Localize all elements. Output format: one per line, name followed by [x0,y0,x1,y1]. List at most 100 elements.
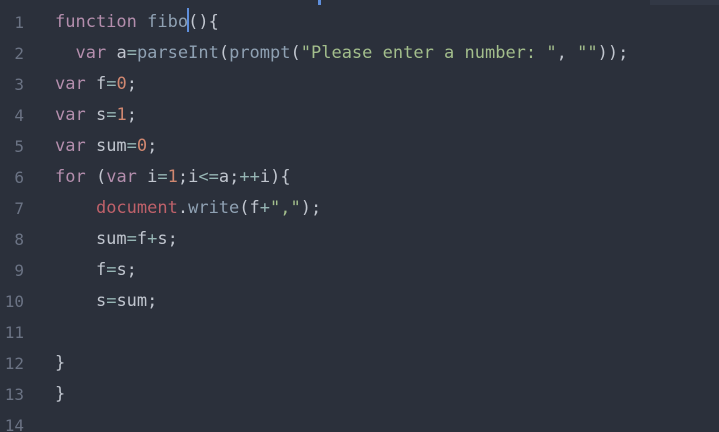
code-token: ( [218,43,230,63]
code-token: var [55,74,86,94]
line-number: 5 [14,137,24,156]
code-token: = [126,229,137,249]
code-line[interactable]: 2 var a=parseInt(prompt("Please enter a … [0,38,719,69]
code-token: sum [55,229,127,249]
code-token: i [136,167,158,187]
code-token: fibo [147,12,189,32]
code-token: s; [116,260,137,280]
line-code: for (var i=1;i<=a;++i){ [55,162,291,193]
scroll-marker [318,0,321,5]
code-token: ( [85,167,107,187]
line-number: 11 [4,323,24,342]
code-token: 0 [116,74,127,94]
code-line[interactable]: 11 [0,317,719,348]
code-token: + [259,198,271,218]
line-code: var sum=0; [55,131,157,162]
code-token: function [55,12,137,32]
code-token: f [55,260,107,280]
code-token: = [106,260,117,280]
code-token: + [147,229,158,249]
code-line[interactable]: 9 f=s; [0,255,719,286]
code-token: var [106,167,137,187]
code-line[interactable]: 1 function fibo(){ [0,7,719,38]
code-token: 1 [116,105,127,125]
text-cursor [187,8,190,32]
code-line[interactable]: 10 s=sum; [0,286,719,317]
code-token: ); [300,198,322,218]
line-code: s=sum; [55,286,157,317]
code-token: <= [198,167,219,187]
line-code: var s=1; [55,100,137,131]
code-token: ; [126,74,137,94]
code-token: )); [597,43,629,63]
code-token: ; [126,105,137,125]
code-token: a [106,43,127,63]
code-token: document [95,198,178,218]
line-number: 12 [4,354,24,373]
code-token: f [85,74,107,94]
code-token: a; [218,167,240,187]
code-line[interactable]: 3 var f=0; [0,69,719,100]
line-number: 7 [14,199,24,218]
line-code: f=s; [55,255,137,286]
code-token: s [85,105,107,125]
line-number: 10 [4,292,24,311]
code-token: ( [290,43,301,63]
code-token: = [106,74,117,94]
line-number: 4 [14,106,24,125]
code-token: s [55,291,107,311]
code-token: "," [270,198,301,218]
code-token: (f [239,198,260,218]
code-token: write [188,198,240,218]
code-line[interactable]: 7 document.write(f+","); [0,193,719,224]
code-token: ;i [177,167,199,187]
line-code: } [55,379,65,410]
line-number: 13 [4,385,24,404]
code-line[interactable]: 8 sum=f+s; [0,224,719,255]
code-line[interactable]: 4 var s=1; [0,100,719,131]
code-token: parseInt [136,43,219,63]
code-line[interactable]: 5 var sum=0; [0,131,719,162]
code-token: . [177,198,189,218]
line-number: 14 [4,416,24,432]
code-token: (){ [188,12,219,32]
code-token: , [556,43,578,63]
line-code: } [55,348,65,379]
code-token: sum; [116,291,158,311]
code-editor[interactable]: 1 function fibo(){2 var a=parseInt(prompt… [0,0,719,432]
code-token: ; [147,136,158,156]
code-token: var [55,105,86,125]
line-number: 2 [14,44,24,63]
line-number: 3 [14,75,24,94]
line-number: 6 [14,168,24,187]
code-token: f [136,229,148,249]
code-token: } [55,384,66,404]
code-token: var [75,43,107,63]
code-token: ++ [239,167,260,187]
code-token: = [157,167,168,187]
code-line[interactable]: 13} [0,379,719,410]
line-code: function fibo(){ [55,7,219,38]
code-token: 1 [167,167,178,187]
code-line[interactable]: 12} [0,348,719,379]
line-code: var a=parseInt(prompt("Please enter a nu… [55,38,628,69]
line-code: document.write(f+","); [55,193,321,224]
code-token: prompt [229,43,291,63]
code-line[interactable]: 6 for (var i=1;i<=a;++i){ [0,162,719,193]
code-token: = [106,291,117,311]
line-code: sum=f+s; [55,224,178,255]
code-token: = [126,136,137,156]
line-number: 8 [14,230,24,249]
line-code: var f=0; [55,69,137,100]
code-token: for [55,167,86,187]
code-token: s; [157,229,178,249]
top-bar-shade [650,0,719,5]
code-token: = [126,43,137,63]
code-token: = [106,105,117,125]
code-token: "" [577,43,598,63]
code-line[interactable]: 14 [0,410,719,432]
line-number: 9 [14,261,24,280]
